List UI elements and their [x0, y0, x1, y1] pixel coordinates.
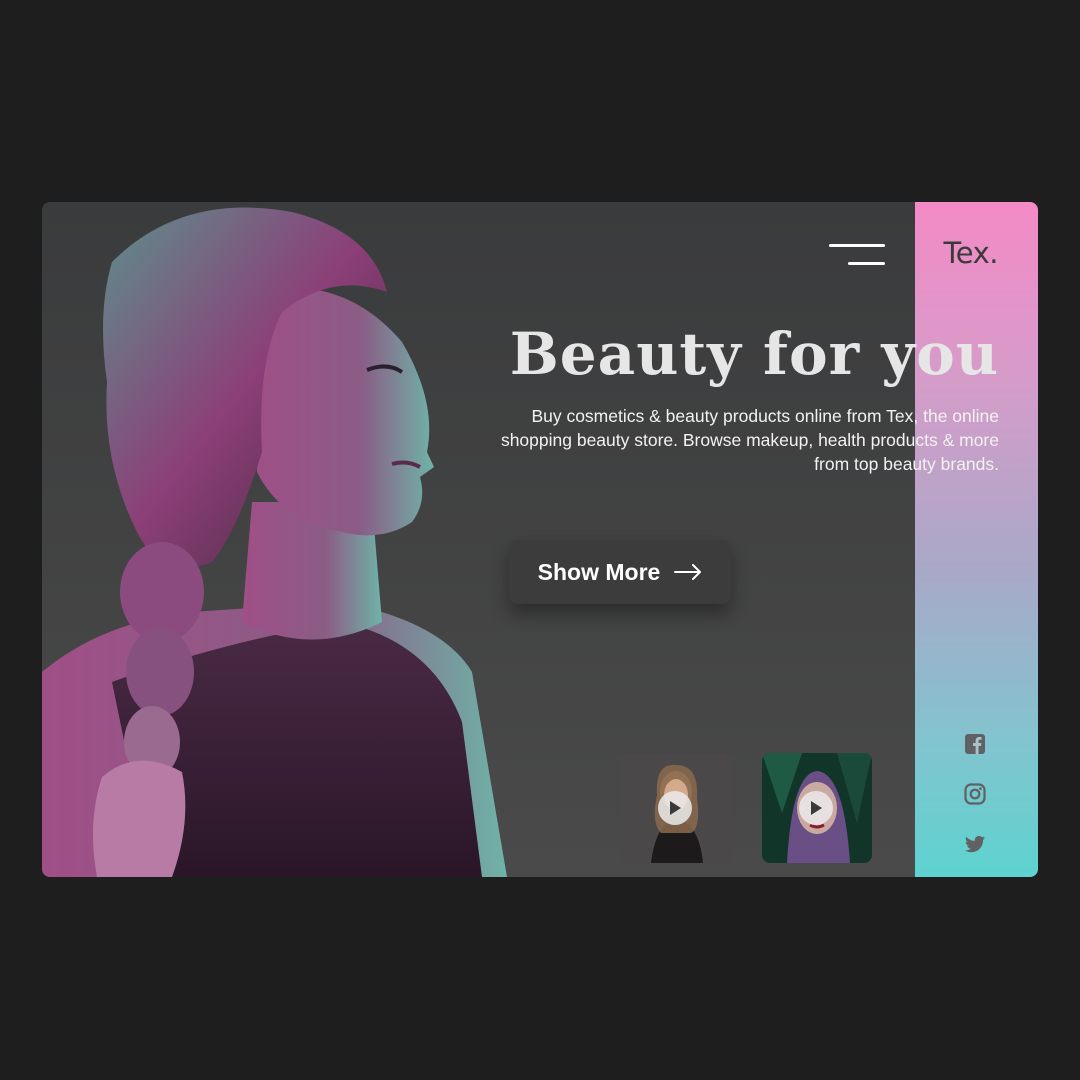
hero-card: Tex. Beauty for you Buy cosmetics & beau… [42, 202, 1038, 877]
brand-logo[interactable]: Tex. [944, 236, 999, 270]
play-icon [670, 801, 681, 815]
accent-panel [915, 202, 1038, 877]
menu-bar-bottom [848, 262, 885, 265]
play-icon [811, 801, 822, 815]
twitter-icon[interactable] [963, 832, 987, 856]
hamburger-menu-button[interactable] [825, 242, 885, 270]
show-more-label: Show More [537, 558, 661, 585]
play-button-1[interactable] [658, 791, 692, 825]
show-more-button[interactable]: Show More [509, 540, 731, 604]
hero-portrait-image [42, 207, 507, 877]
facebook-icon[interactable] [963, 732, 987, 756]
menu-bar-top [829, 244, 885, 247]
video-thumbnail-1[interactable] [621, 753, 731, 863]
play-button-2[interactable] [799, 791, 833, 825]
instagram-icon[interactable] [963, 782, 987, 806]
video-thumbnail-2[interactable] [762, 753, 872, 863]
hero-headline: Beauty for you [509, 320, 999, 388]
arrow-right-icon [674, 564, 702, 580]
hero-description: Buy cosmetics & beauty products online f… [500, 406, 999, 474]
